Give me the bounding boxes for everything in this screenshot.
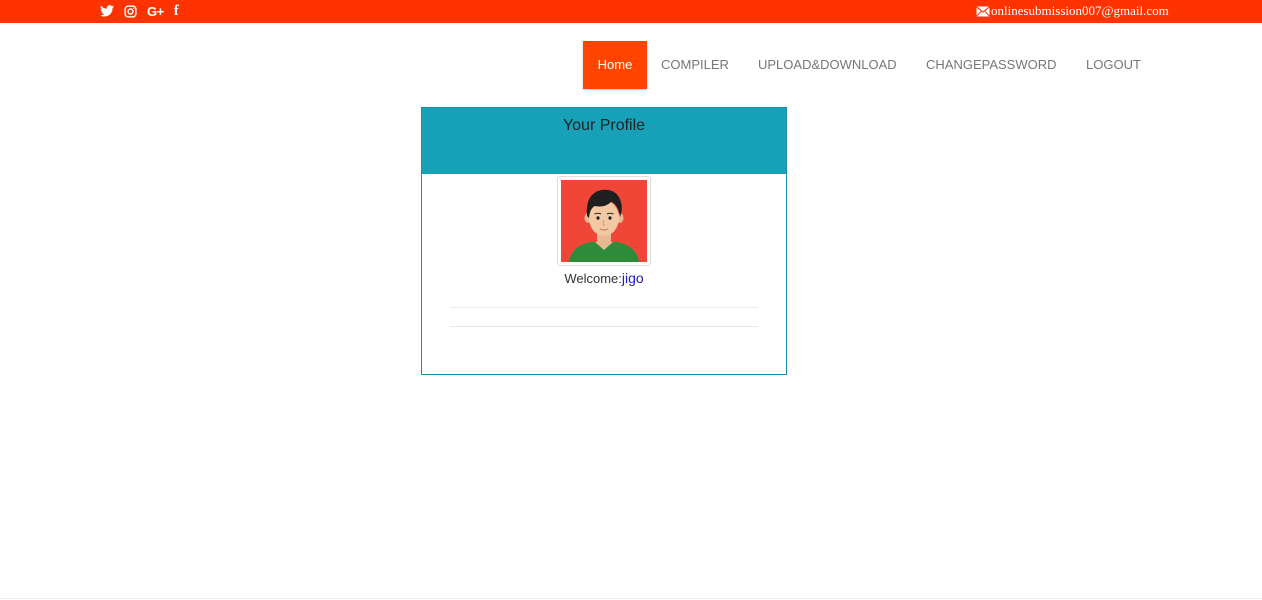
avatar: [557, 176, 651, 266]
nav-change-password[interactable]: CHANGEPASSWORD: [926, 41, 1057, 89]
divider: [450, 326, 758, 327]
footer-divider: [0, 598, 1262, 599]
social-links: G+ f: [100, 2, 189, 20]
profile-panel-header: Your Profile: [422, 108, 786, 174]
google-plus-icon[interactable]: G+: [147, 3, 164, 19]
welcome-message: Welcome:jigo: [422, 270, 786, 286]
email-text: onlinesubmission007@gmail.com: [991, 3, 1169, 18]
contact-email[interactable]: onlinesubmission007@gmail.com: [976, 2, 1169, 20]
username: jigo: [621, 270, 644, 286]
nav-home[interactable]: Home: [583, 41, 647, 89]
facebook-icon[interactable]: f: [174, 3, 179, 19]
instagram-icon[interactable]: [124, 3, 137, 19]
nav-logout[interactable]: LOGOUT: [1086, 41, 1141, 89]
profile-title: Your Profile: [562, 117, 646, 134]
divider: [450, 307, 758, 308]
envelope-icon: [976, 5, 990, 17]
welcome-label: Welcome:: [564, 271, 622, 286]
profile-panel: Your Profile Welcome:jigo: [421, 107, 787, 375]
top-bar: G+ f onlinesubmission007@gmail.com: [0, 0, 1262, 23]
nav-upload-download[interactable]: UPLOAD&DOWNLOAD: [758, 41, 897, 89]
twitter-icon[interactable]: [100, 3, 114, 19]
main-nav: Home COMPILER UPLOAD&DOWNLOAD CHANGEPASS…: [0, 41, 1262, 89]
avatar-image: [561, 180, 647, 262]
nav-compiler[interactable]: COMPILER: [661, 41, 729, 89]
